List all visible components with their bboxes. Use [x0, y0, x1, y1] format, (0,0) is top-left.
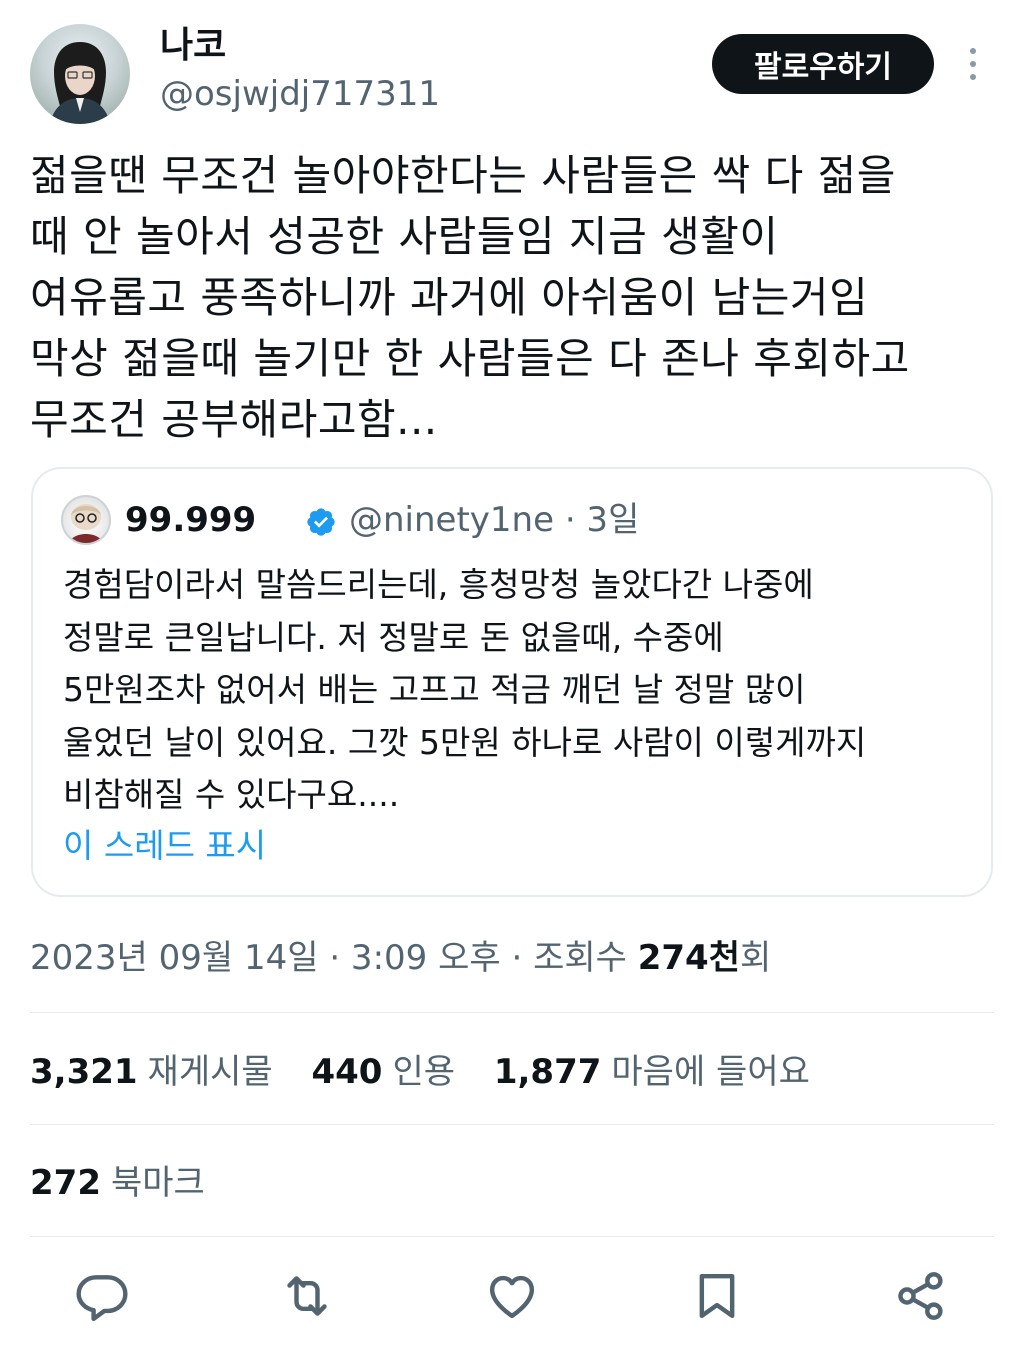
bookmark-label: 북마크	[110, 1163, 205, 1203]
divider	[30, 1236, 994, 1237]
tweet-text: 젊을땐 무조건 놀아야한다는 사람들은 싹 다 젊을 때 안 놀아서 성공한 사…	[30, 151, 910, 444]
show-thread-link[interactable]: 이 스레드 표시	[63, 821, 266, 871]
quoted-avatar-image	[69, 504, 103, 543]
divider	[30, 1012, 994, 1013]
view-count-suffix: 회	[740, 938, 772, 978]
quoted-tweet-text: 경험담이라서 말씀드리는데, 흥청망청 놀았다간 나중에 정말로 큰일납니다. …	[63, 565, 867, 814]
like-count: 1,877	[493, 1052, 602, 1092]
heart-icon	[489, 1275, 535, 1319]
quoted-author-avatar[interactable]	[61, 495, 111, 545]
bookmark-button[interactable]	[689, 1268, 745, 1324]
author-avatar[interactable]	[30, 24, 130, 124]
quoted-author-handle[interactable]: @ninety1ne · 3일	[349, 497, 639, 543]
view-count: 274천	[637, 938, 740, 978]
like-stat[interactable]: 1,877 마음에 들어요	[494, 1052, 838, 1092]
share-icon	[898, 1272, 943, 1320]
engagement-stats: 3,321 재게시물 440 인용 1,877 마음에 들어요	[30, 1046, 838, 1098]
retweet-label: 재게시물	[147, 1052, 273, 1092]
tweet-timestamp-views: 2023년 09월 14일 · 3:09 오후 · 조회수 274천회	[30, 932, 771, 984]
bookmark-stat: 272 북마크	[30, 1157, 205, 1209]
retweet-count: 3,321	[30, 1052, 138, 1092]
retweet-icon	[287, 1276, 327, 1316]
retweet-stat[interactable]: 3,321 재게시물	[30, 1052, 301, 1092]
quote-count: 440	[311, 1052, 383, 1092]
author-handle[interactable]: @osjwjdj717311	[160, 72, 440, 116]
like-button[interactable]	[484, 1268, 540, 1324]
quoted-author-name[interactable]: 99.999	[125, 497, 256, 543]
quoted-tweet-card[interactable]: 99.999 @ninety1ne · 3일 경험담이라서 말씀드리는데, 흥청…	[31, 467, 993, 897]
follow-button[interactable]: 팔로우하기	[712, 34, 934, 94]
bookmark-icon	[699, 1273, 735, 1319]
retweet-button[interactable]	[279, 1268, 335, 1324]
author-avatar-image	[50, 42, 110, 124]
like-label: 마음에 들어요	[611, 1052, 810, 1092]
more-options-icon[interactable]	[958, 42, 988, 86]
quote-stat[interactable]: 440 인용	[311, 1052, 483, 1092]
share-button[interactable]	[893, 1268, 949, 1324]
bookmark-count: 272	[30, 1163, 101, 1203]
tweet-detail: 나코 @osjwjdj717311 팔로우하기 젊을땐 무조건 놀아야한다는 사…	[0, 0, 1024, 1363]
tweet-datetime[interactable]: 2023년 09월 14일 · 3:09 오후 · 조회수	[30, 938, 638, 978]
reply-button[interactable]	[74, 1268, 130, 1324]
divider	[30, 1124, 994, 1125]
reply-icon	[76, 1275, 128, 1322]
quote-label: 인용	[392, 1052, 456, 1092]
verified-badge-icon	[307, 508, 335, 536]
author-display-name[interactable]: 나코	[160, 24, 226, 68]
